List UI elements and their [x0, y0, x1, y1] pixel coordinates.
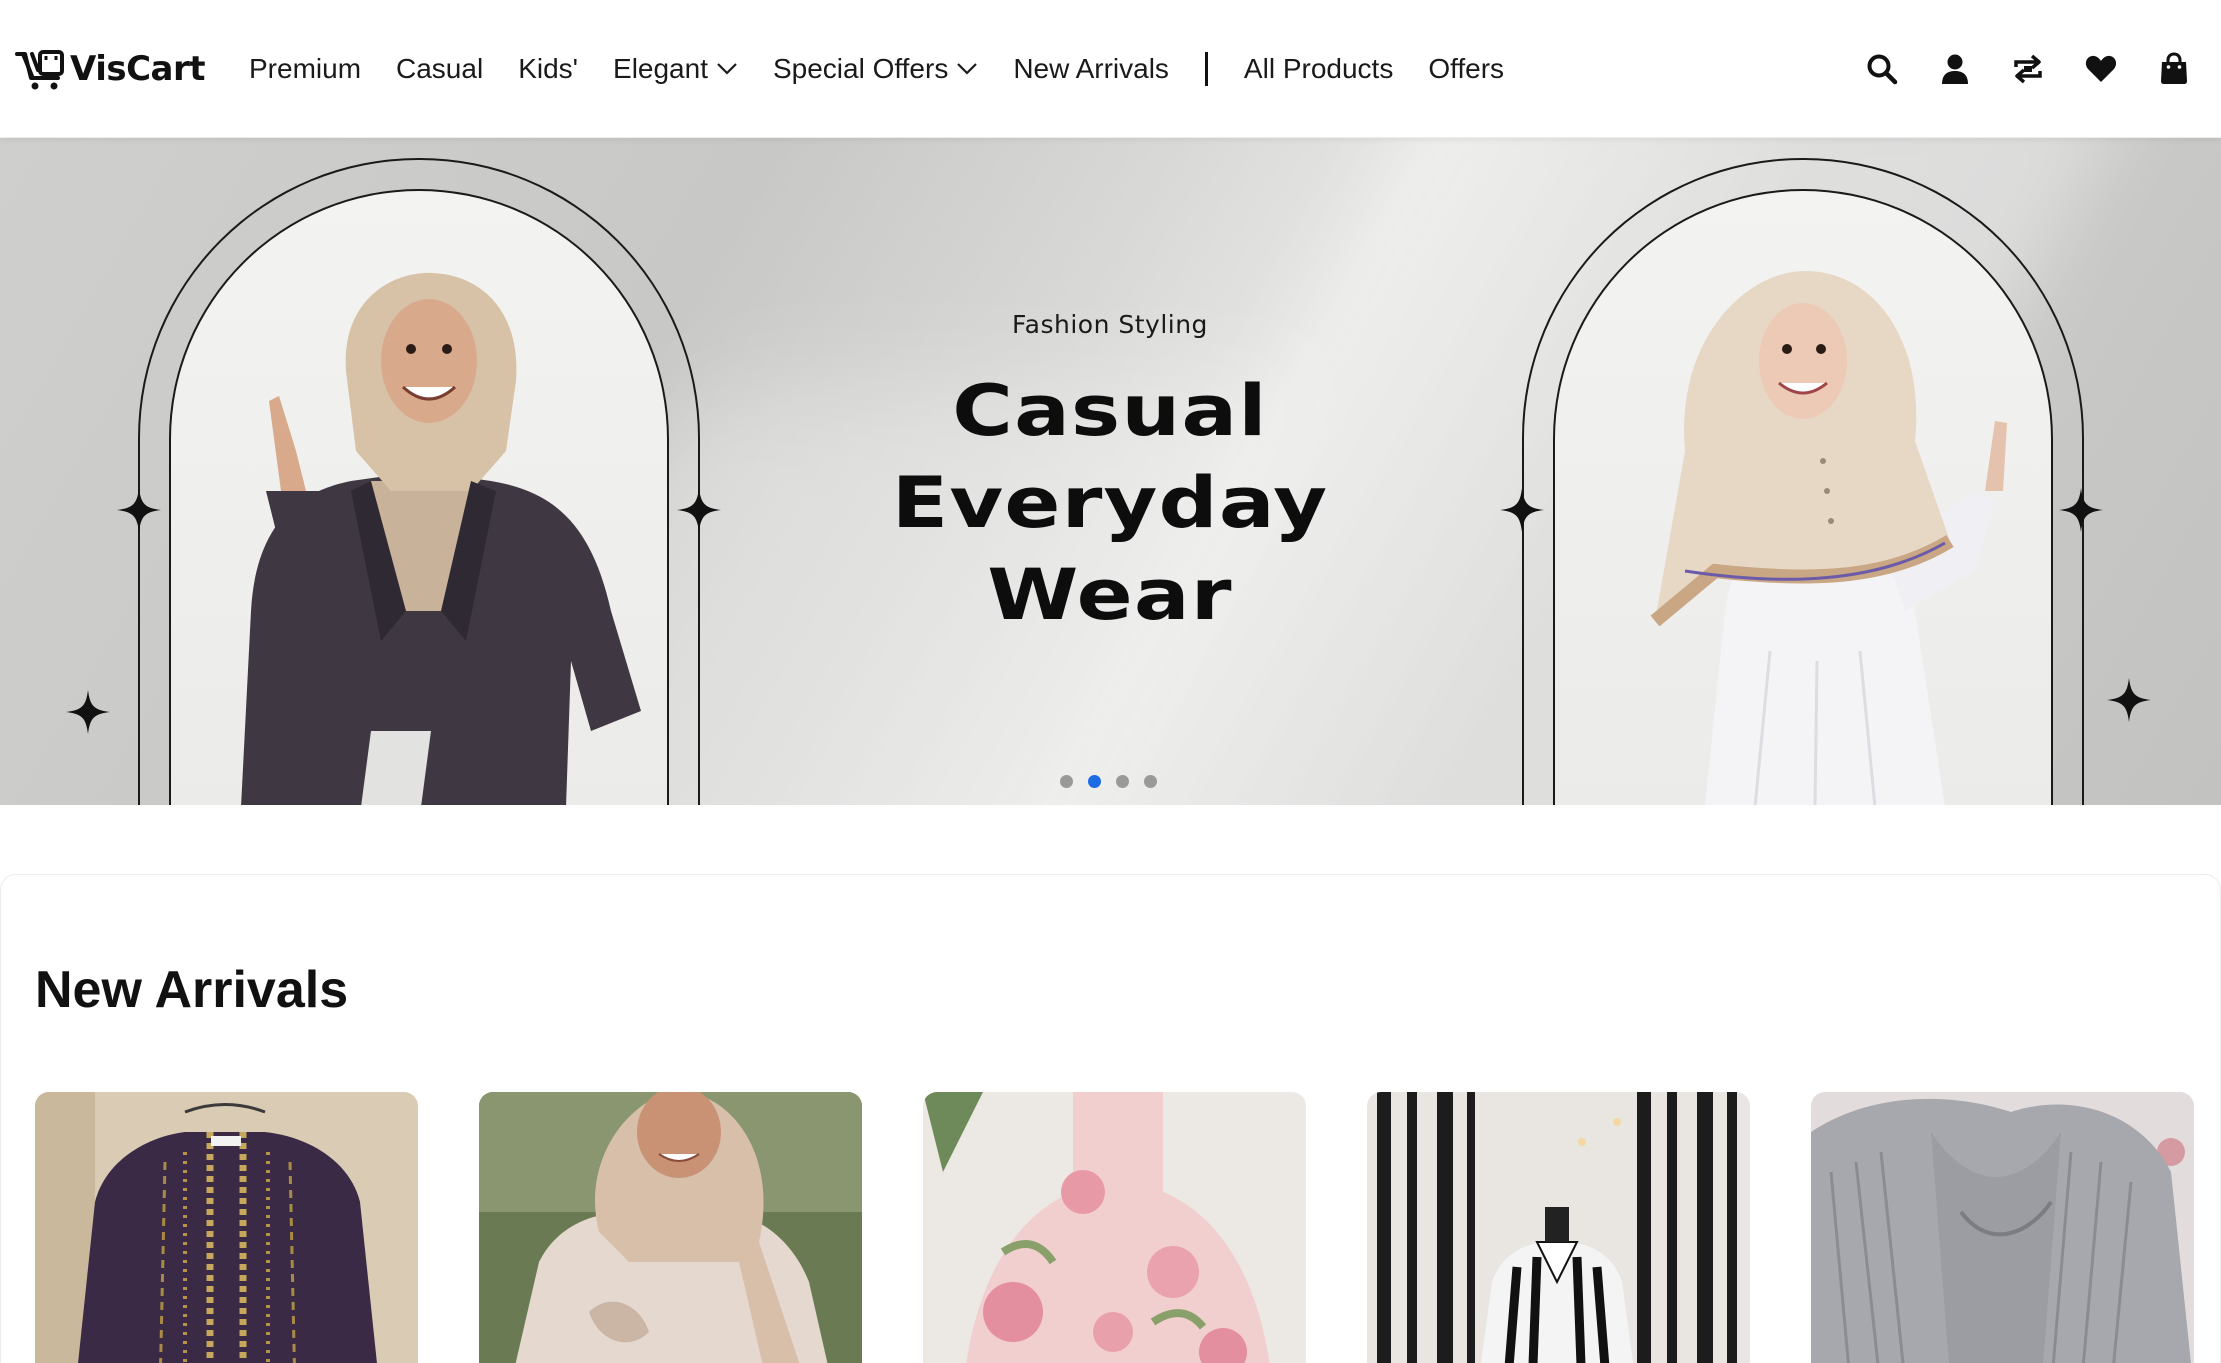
nav-label: Casual — [396, 53, 484, 84]
hero-text-block: Fashion Styling Casual Everyday Wear — [860, 310, 1360, 641]
hero-subtitle: Fashion Styling — [1012, 310, 1208, 339]
carousel-dot-3[interactable] — [1116, 775, 1129, 788]
right-arch-frame — [1522, 158, 2084, 805]
product-card[interactable] — [1367, 1092, 1750, 1363]
cart-button[interactable] — [2151, 46, 2197, 92]
wishlist-button[interactable] — [2078, 46, 2124, 92]
hero-title-line: Everyday — [891, 462, 1329, 544]
product-card[interactable] — [923, 1092, 1306, 1363]
nav-label: Elegant — [613, 53, 708, 84]
main-nav: Premium Casual Kids' Elegant Special Off… — [249, 46, 1539, 92]
product-card[interactable] — [479, 1092, 862, 1363]
sparkle-icon — [117, 488, 161, 532]
nav-divider — [1204, 52, 1208, 86]
nav-label: Premium — [249, 53, 362, 84]
nav-item-special-offers[interactable]: Special Offers — [773, 53, 978, 85]
section-title: New Arrivals — [35, 961, 349, 1019]
cart-logo-icon — [15, 50, 64, 90]
product-image — [1367, 1092, 1750, 1363]
sparkle-icon — [2059, 488, 2103, 532]
product-image — [1811, 1092, 2194, 1363]
product-image — [479, 1092, 862, 1363]
sparkle-icon — [2107, 678, 2151, 722]
search-icon — [1867, 54, 1898, 85]
nav-item-kids[interactable]: Kids' — [518, 53, 578, 85]
carousel-dot-4[interactable] — [1144, 775, 1157, 788]
nav-item-elegant[interactable]: Elegant — [613, 53, 738, 85]
left-arch-frame — [138, 158, 700, 805]
nav-item-premium[interactable]: Premium — [249, 53, 361, 85]
product-image — [923, 1092, 1306, 1363]
hero-model-image-right — [1650, 271, 2007, 805]
brand-name: VisCart — [70, 49, 206, 89]
site-header: VisCart Premium Casual Kids' Elegant Spe… — [0, 0, 2221, 138]
search-button[interactable] — [1859, 46, 1905, 92]
hero-title: Casual Everyday Wear — [815, 365, 1405, 641]
nav-label: Offers — [1428, 53, 1505, 84]
hero-title-line: Casual — [952, 370, 1268, 452]
shopping-bag-icon — [2161, 52, 2187, 84]
account-button[interactable] — [1932, 46, 1978, 92]
sparkle-icon — [1500, 488, 1544, 532]
product-image — [35, 1092, 418, 1363]
chevron-down-icon — [957, 63, 978, 75]
nav-label: Kids' — [518, 53, 579, 84]
nav-label: All Products — [1243, 53, 1394, 84]
product-card[interactable] — [35, 1092, 418, 1363]
nav-item-new-arrivals[interactable]: New Arrivals — [1013, 53, 1169, 85]
nav-item-offers[interactable]: Offers — [1428, 53, 1504, 85]
compare-icon — [2014, 54, 2042, 84]
header-actions — [1832, 46, 2197, 92]
carousel-dots — [1060, 775, 1172, 788]
carousel-dot-2[interactable] — [1088, 775, 1101, 788]
hero-carousel[interactable]: Fashion Styling Casual Everyday Wear — [0, 138, 2221, 805]
hero-model-image-left — [241, 272, 641, 805]
nav-item-all-products[interactable]: All Products — [1244, 53, 1393, 85]
user-icon — [1942, 54, 1968, 84]
sparkle-icon — [66, 690, 110, 734]
product-grid — [35, 1092, 2194, 1363]
chevron-down-icon — [717, 63, 737, 75]
hero-title-line: Wear — [987, 554, 1233, 636]
compare-button[interactable] — [2005, 46, 2051, 92]
nav-label: Special Offers — [772, 53, 949, 84]
nav-item-casual[interactable]: Casual — [396, 53, 483, 85]
brand-logo[interactable]: VisCart — [14, 46, 206, 92]
new-arrivals-section: New Arrivals — [0, 874, 2221, 1363]
product-card[interactable] — [1811, 1092, 2194, 1363]
nav-label: New Arrivals — [1013, 53, 1169, 84]
carousel-dot-1[interactable] — [1060, 775, 1073, 788]
wishlist-heart-icon — [2085, 55, 2117, 82]
sparkle-icon — [677, 488, 721, 532]
